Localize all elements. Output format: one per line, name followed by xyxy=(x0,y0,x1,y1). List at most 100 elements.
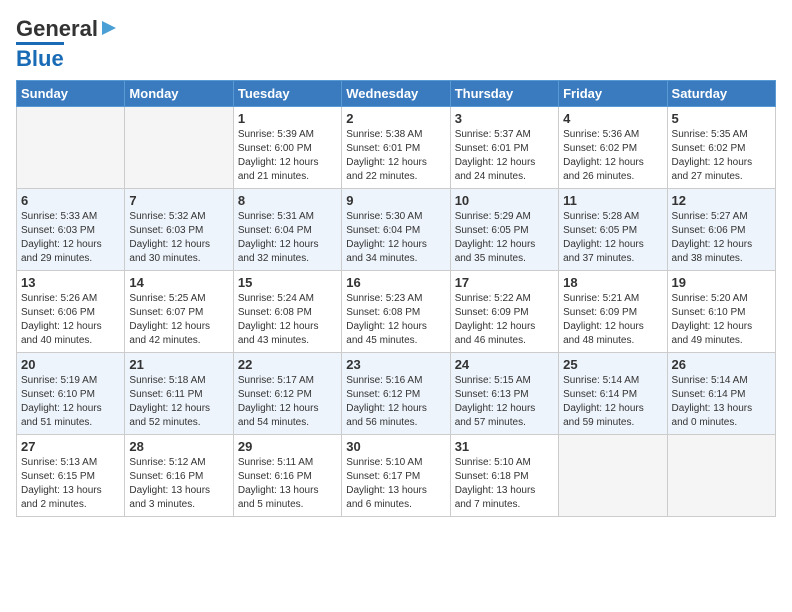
calendar-header-row: SundayMondayTuesdayWednesdayThursdayFrid… xyxy=(17,81,776,107)
day-number: 8 xyxy=(238,193,337,208)
day-number: 30 xyxy=(346,439,445,454)
day-number: 19 xyxy=(672,275,771,290)
cell-info: Sunrise: 5:15 AM Sunset: 6:13 PM Dayligh… xyxy=(455,374,554,430)
cell-info: Sunrise: 5:32 AM Sunset: 6:03 PM Dayligh… xyxy=(129,210,228,266)
calendar-cell: 21 Sunrise: 5:18 AM Sunset: 6:11 PM Dayli… xyxy=(125,353,233,435)
calendar-cell: 3Sunrise: 5:37 AM Sunset: 6:01 PM Daylig… xyxy=(450,107,558,189)
day-number: 3 xyxy=(455,111,554,126)
cell-info: Sunrise: 5:17 AM Sunset: 6:12 PM Dayligh… xyxy=(238,374,337,430)
calendar-week-row: 6 Sunrise: 5:33 AM Sunset: 6:03 PM Daylig… xyxy=(17,189,776,271)
day-number: 7 xyxy=(129,193,228,208)
cell-info: Sunrise: 5:19 AM Sunset: 6:10 PM Dayligh… xyxy=(21,374,120,430)
day-number: 2 xyxy=(346,111,445,126)
day-header-thursday: Thursday xyxy=(450,81,558,107)
calendar-cell xyxy=(667,435,775,517)
day-number: 15 xyxy=(238,275,337,290)
cell-info: Sunrise: 5:11 AM Sunset: 6:16 PM Dayligh… xyxy=(238,456,337,512)
cell-info: Sunrise: 5:22 AM Sunset: 6:09 PM Dayligh… xyxy=(455,292,554,348)
calendar-table: SundayMondayTuesdayWednesdayThursdayFrid… xyxy=(16,80,776,517)
cell-info: Sunrise: 5:14 AM Sunset: 6:14 PM Dayligh… xyxy=(563,374,662,430)
day-number: 17 xyxy=(455,275,554,290)
day-header-saturday: Saturday xyxy=(667,81,775,107)
day-header-sunday: Sunday xyxy=(17,81,125,107)
cell-info: Sunrise: 5:26 AM Sunset: 6:06 PM Dayligh… xyxy=(21,292,120,348)
cell-info: Sunrise: 5:38 AM Sunset: 6:01 PM Dayligh… xyxy=(346,128,445,184)
day-number: 20 xyxy=(21,357,120,372)
cell-info: Sunrise: 5:30 AM Sunset: 6:04 PM Dayligh… xyxy=(346,210,445,266)
day-number: 31 xyxy=(455,439,554,454)
calendar-cell xyxy=(125,107,233,189)
day-number: 26 xyxy=(672,357,771,372)
calendar-week-row: 20 Sunrise: 5:19 AM Sunset: 6:10 PM Dayli… xyxy=(17,353,776,435)
day-number: 14 xyxy=(129,275,228,290)
cell-info: Sunrise: 5:39 AM Sunset: 6:00 PM Dayligh… xyxy=(238,128,337,184)
calendar-cell: 8 Sunrise: 5:31 AM Sunset: 6:04 PM Daylig… xyxy=(233,189,341,271)
calendar-cell: 13 Sunrise: 5:26 AM Sunset: 6:06 PM Dayli… xyxy=(17,271,125,353)
calendar-cell: 18Sunrise: 5:21 AM Sunset: 6:09 PM Dayli… xyxy=(559,271,667,353)
calendar-cell: 26 Sunrise: 5:14 AM Sunset: 6:14 PM Dayli… xyxy=(667,353,775,435)
cell-info: Sunrise: 5:35 AM Sunset: 6:02 PM Dayligh… xyxy=(672,128,771,184)
cell-info: Sunrise: 5:18 AM Sunset: 6:11 PM Dayligh… xyxy=(129,374,228,430)
cell-info: Sunrise: 5:20 AM Sunset: 6:10 PM Dayligh… xyxy=(672,292,771,348)
calendar-cell: 16 Sunrise: 5:23 AM Sunset: 6:08 PM Dayli… xyxy=(342,271,450,353)
day-header-friday: Friday xyxy=(559,81,667,107)
cell-info: Sunrise: 5:23 AM Sunset: 6:08 PM Dayligh… xyxy=(346,292,445,348)
cell-info: Sunrise: 5:13 AM Sunset: 6:15 PM Dayligh… xyxy=(21,456,120,512)
calendar-cell: 2 Sunrise: 5:38 AM Sunset: 6:01 PM Daylig… xyxy=(342,107,450,189)
calendar-cell: 20 Sunrise: 5:19 AM Sunset: 6:10 PM Dayli… xyxy=(17,353,125,435)
calendar-cell: 22 Sunrise: 5:17 AM Sunset: 6:12 PM Dayli… xyxy=(233,353,341,435)
day-number: 25 xyxy=(563,357,662,372)
day-header-monday: Monday xyxy=(125,81,233,107)
calendar-cell: 19 Sunrise: 5:20 AM Sunset: 6:10 PM Dayli… xyxy=(667,271,775,353)
day-number: 28 xyxy=(129,439,228,454)
day-number: 6 xyxy=(21,193,120,208)
calendar-cell: 11Sunrise: 5:28 AM Sunset: 6:05 PM Dayli… xyxy=(559,189,667,271)
day-number: 4 xyxy=(563,111,662,126)
day-number: 29 xyxy=(238,439,337,454)
logo-blue: Blue xyxy=(16,42,64,72)
calendar-cell xyxy=(559,435,667,517)
day-number: 9 xyxy=(346,193,445,208)
calendar-cell: 17 Sunrise: 5:22 AM Sunset: 6:09 PM Dayli… xyxy=(450,271,558,353)
cell-info: Sunrise: 5:14 AM Sunset: 6:14 PM Dayligh… xyxy=(672,374,771,430)
cell-info: Sunrise: 5:16 AM Sunset: 6:12 PM Dayligh… xyxy=(346,374,445,430)
calendar-week-row: 27Sunrise: 5:13 AM Sunset: 6:15 PM Dayli… xyxy=(17,435,776,517)
calendar-cell: 24 Sunrise: 5:15 AM Sunset: 6:13 PM Dayli… xyxy=(450,353,558,435)
day-number: 11 xyxy=(563,193,662,208)
cell-info: Sunrise: 5:12 AM Sunset: 6:16 PM Dayligh… xyxy=(129,456,228,512)
calendar-cell: 23 Sunrise: 5:16 AM Sunset: 6:12 PM Dayli… xyxy=(342,353,450,435)
calendar-cell xyxy=(17,107,125,189)
calendar-cell: 30 Sunrise: 5:10 AM Sunset: 6:17 PM Dayli… xyxy=(342,435,450,517)
cell-info: Sunrise: 5:36 AM Sunset: 6:02 PM Dayligh… xyxy=(563,128,662,184)
calendar-cell: 15 Sunrise: 5:24 AM Sunset: 6:08 PM Dayli… xyxy=(233,271,341,353)
calendar-cell: 12Sunrise: 5:27 AM Sunset: 6:06 PM Dayli… xyxy=(667,189,775,271)
logo-arrow-icon xyxy=(100,19,118,42)
day-number: 12 xyxy=(672,193,771,208)
cell-info: Sunrise: 5:31 AM Sunset: 6:04 PM Dayligh… xyxy=(238,210,337,266)
calendar-week-row: 1 Sunrise: 5:39 AM Sunset: 6:00 PM Daylig… xyxy=(17,107,776,189)
day-number: 24 xyxy=(455,357,554,372)
day-number: 23 xyxy=(346,357,445,372)
cell-info: Sunrise: 5:21 AM Sunset: 6:09 PM Dayligh… xyxy=(563,292,662,348)
cell-info: Sunrise: 5:25 AM Sunset: 6:07 PM Dayligh… xyxy=(129,292,228,348)
calendar-cell: 25 Sunrise: 5:14 AM Sunset: 6:14 PM Dayli… xyxy=(559,353,667,435)
day-number: 1 xyxy=(238,111,337,126)
calendar-cell: 9 Sunrise: 5:30 AM Sunset: 6:04 PM Daylig… xyxy=(342,189,450,271)
logo: General Blue xyxy=(16,16,118,72)
calendar-cell: 6 Sunrise: 5:33 AM Sunset: 6:03 PM Daylig… xyxy=(17,189,125,271)
day-number: 16 xyxy=(346,275,445,290)
cell-info: Sunrise: 5:29 AM Sunset: 6:05 PM Dayligh… xyxy=(455,210,554,266)
calendar-cell: 27Sunrise: 5:13 AM Sunset: 6:15 PM Dayli… xyxy=(17,435,125,517)
cell-info: Sunrise: 5:10 AM Sunset: 6:17 PM Dayligh… xyxy=(346,456,445,512)
page-header: General Blue xyxy=(16,16,776,72)
day-header-wednesday: Wednesday xyxy=(342,81,450,107)
cell-info: Sunrise: 5:33 AM Sunset: 6:03 PM Dayligh… xyxy=(21,210,120,266)
cell-info: Sunrise: 5:24 AM Sunset: 6:08 PM Dayligh… xyxy=(238,292,337,348)
day-number: 22 xyxy=(238,357,337,372)
day-number: 21 xyxy=(129,357,228,372)
day-number: 13 xyxy=(21,275,120,290)
calendar-cell: 7 Sunrise: 5:32 AM Sunset: 6:03 PM Daylig… xyxy=(125,189,233,271)
calendar-week-row: 13 Sunrise: 5:26 AM Sunset: 6:06 PM Dayli… xyxy=(17,271,776,353)
calendar-cell: 1 Sunrise: 5:39 AM Sunset: 6:00 PM Daylig… xyxy=(233,107,341,189)
calendar-cell: 5Sunrise: 5:35 AM Sunset: 6:02 PM Daylig… xyxy=(667,107,775,189)
